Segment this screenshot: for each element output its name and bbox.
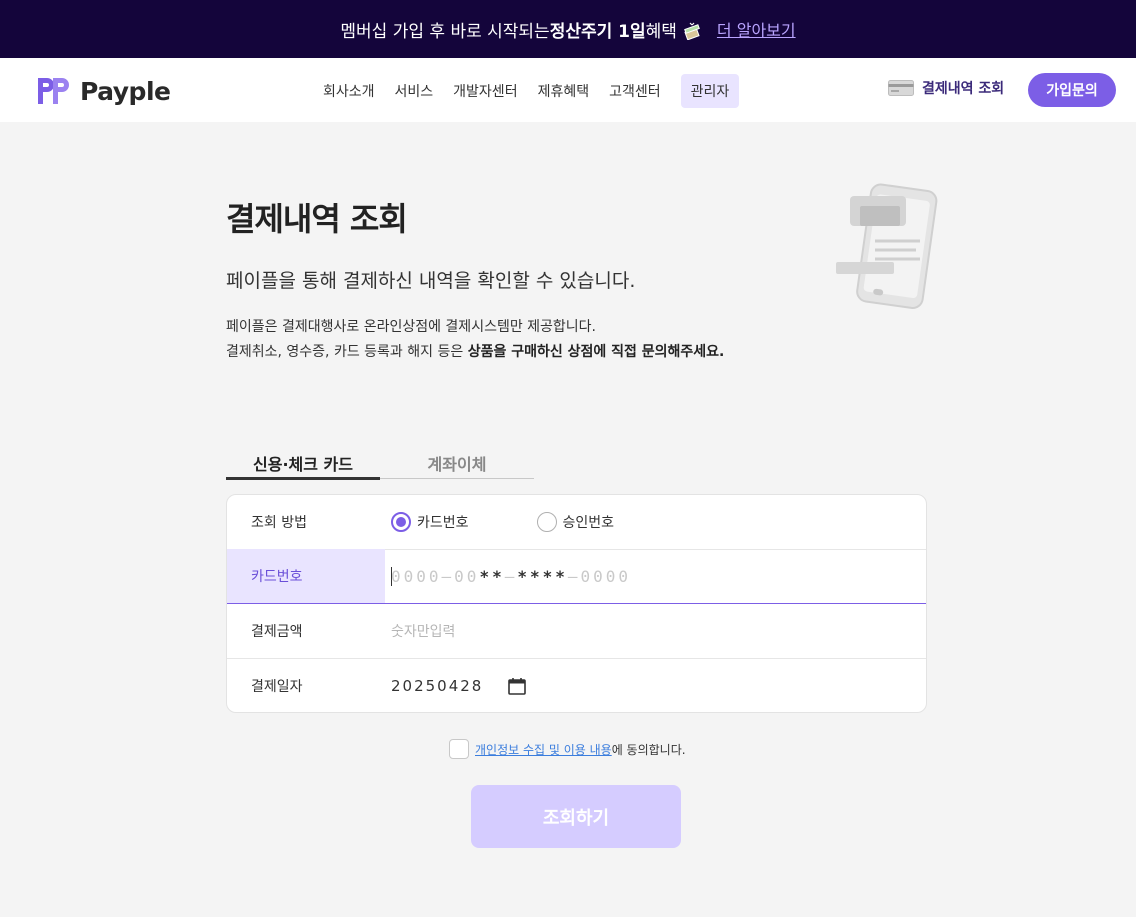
site-header: Payple 회사소개 서비스 개발자센터 제휴혜택 고객센터 관리자 결제내역…: [0, 58, 1136, 122]
description-line-2: 결제취소, 영수증, 카드 등록과 해지 등은 상품을 구매하신 상점에 직접 …: [226, 341, 724, 361]
card-sep-3: —: [567, 566, 581, 586]
join-inquiry-button[interactable]: 가입문의: [1028, 73, 1116, 107]
method-label: 조회 방법: [251, 515, 307, 531]
description-line-2-bold: 상품을 구매하신 상점에 직접 문의해주세요.: [467, 344, 725, 360]
radio-approval-number[interactable]: [536, 512, 557, 532]
logo[interactable]: Payple: [36, 74, 171, 108]
date-input[interactable]: 20250428: [391, 659, 483, 713]
card-number-label: 카드번호: [251, 569, 303, 585]
payment-history-link[interactable]: 결제내역 조회: [888, 78, 1004, 98]
tab-bank-transfer[interactable]: 계좌이체: [380, 451, 534, 475]
lookup-form: 조회 방법 카드번호 승인번호 카드번호 0000 — 00 ** — **** …: [226, 494, 927, 713]
card-sep-1: —: [441, 566, 455, 586]
nav-item-partnership[interactable]: 제휴혜택: [528, 74, 600, 108]
date-label: 결제일자: [251, 679, 303, 695]
nav-item-developer[interactable]: 개발자센터: [443, 74, 527, 108]
page-title: 결제내역 조회: [226, 200, 408, 238]
radio-card-number[interactable]: [391, 512, 411, 532]
nav-item-support[interactable]: 고객센터: [599, 74, 671, 108]
privacy-agreement: 개인정보 수집 및 이용 내용 에 동의합니다.: [449, 739, 686, 759]
amount-row: 결제금액 숫자만입력: [227, 604, 926, 659]
logo-text: Payple: [80, 76, 171, 106]
amount-input[interactable]: 숫자만입력: [391, 604, 455, 658]
tab-credit-check-card[interactable]: 신용·체크 카드: [226, 451, 380, 475]
card-seg-4: 0000: [580, 566, 632, 586]
nav-item-service[interactable]: 서비스: [385, 74, 444, 108]
card-seg-2: 00: [454, 566, 480, 586]
date-row: 결제일자 20250428: [227, 659, 926, 714]
privacy-agree-checkbox[interactable]: [449, 739, 469, 759]
promo-text-bold: 정산주기 1일: [549, 21, 646, 42]
method-row: 조회 방법 카드번호 승인번호: [227, 495, 926, 550]
privacy-policy-link[interactable]: 개인정보 수집 및 이용 내용: [475, 741, 612, 758]
credit-card-icon: [888, 80, 914, 96]
main-nav: 회사소개 서비스 개발자센터 제휴혜택 고객센터 관리자: [313, 74, 740, 108]
method-radio-group: 카드번호 승인번호: [391, 495, 682, 549]
nav-item-admin[interactable]: 관리자: [680, 74, 740, 108]
description-line-1: 페이플은 결제대행사로 온라인상점에 결제시스템만 제공합니다.: [226, 319, 597, 335]
page-subtitle: 페이플을 통해 결제하신 내역을 확인할 수 있습니다.: [226, 270, 636, 292]
search-submit-button[interactable]: 조회하기: [471, 785, 681, 848]
promo-banner: 멤버십 가입 후 바로 시작되는 정산주기 1일 혜택 더 알아보기: [0, 0, 1136, 58]
radio-approval-number-label[interactable]: 승인번호: [563, 512, 615, 532]
calendar-icon[interactable]: [507, 676, 527, 696]
learn-more-link[interactable]: 더 알아보기: [717, 17, 796, 41]
description-line-2-text: 결제취소, 영수증, 카드 등록과 해지 등은: [226, 344, 468, 360]
card-number-row: 카드번호 0000 — 00 ** — **** — 0000: [227, 549, 926, 604]
amount-label: 결제금액: [251, 624, 303, 640]
payment-history-label: 결제내역 조회: [922, 81, 1005, 97]
phone-receipt-illustration: [836, 183, 938, 309]
card-sep-2: —: [504, 566, 518, 586]
card-seg-1: 0000: [391, 566, 442, 586]
card-seg-3-mask: ****: [517, 566, 568, 586]
card-number-input[interactable]: 0000 — 00 ** — **** — 0000: [391, 549, 631, 603]
payment-type-tabs: 신용·체크 카드 계좌이체: [226, 447, 534, 480]
gift-icon: [683, 22, 701, 41]
card-seg-2-mask: **: [479, 566, 505, 586]
privacy-agree-suffix: 에 동의합니다.: [611, 742, 686, 757]
payple-logo-icon: [38, 78, 69, 104]
nav-item-company[interactable]: 회사소개: [313, 74, 385, 108]
promo-text-pre: 멤버십 가입 후 바로 시작되는: [340, 21, 550, 42]
active-tab-indicator: [226, 477, 380, 480]
promo-text-post: 혜택: [645, 21, 677, 42]
radio-card-number-label[interactable]: 카드번호: [417, 512, 469, 532]
